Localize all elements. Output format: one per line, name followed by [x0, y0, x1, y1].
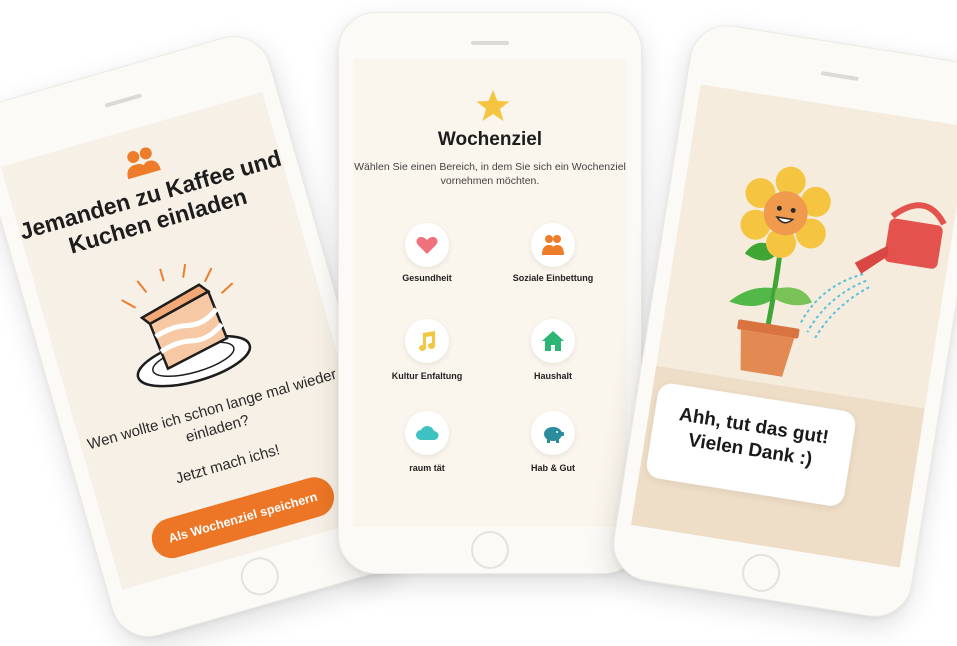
category-label: Gesundheit: [402, 273, 452, 283]
phone-speaker: [471, 41, 509, 45]
weekly-goal-screen: Wochenziel Wählen Sie einen Bereich, in …: [353, 59, 627, 527]
goal-detail-screen: Jemanden zu Kaffee und Kuchen einladen W…: [0, 91, 384, 590]
heart-icon: [405, 223, 449, 267]
people-icon: [531, 223, 575, 267]
house-icon: [531, 319, 575, 363]
phone-speaker: [820, 71, 859, 82]
category-label: raum tät: [409, 463, 445, 473]
category-label: Kultur Enfaltung: [391, 371, 463, 381]
people-icon: [127, 147, 161, 180]
cake-icon: [121, 263, 252, 388]
piggy-bank-icon: [531, 411, 575, 455]
phone-feedback-screen: Ahh, tut das gut! Vielen Dank :): [607, 19, 957, 623]
home-button[interactable]: [236, 552, 284, 600]
flower-watering-can-icon: [729, 166, 947, 377]
category-label: Soziale Einbettung: [512, 273, 594, 283]
feedback-screen: Ahh, tut das gut! Vielen Dank :): [631, 84, 957, 568]
page-description: Wählen Sie einen Bereich, in dem Sie sic…: [354, 161, 626, 187]
music-note-icon: [405, 319, 449, 363]
thank-you-message: Ahh, tut das gut! Vielen Dank :): [677, 404, 831, 471]
star-icon: [476, 90, 510, 121]
phone-category-screen: Wochenziel Wählen Sie einen Bereich, in …: [338, 12, 642, 574]
phone-speaker: [104, 93, 143, 108]
home-button[interactable]: [471, 531, 509, 569]
cloud-icon: [405, 411, 449, 455]
page-title: Wochenziel: [437, 129, 543, 150]
home-button[interactable]: [739, 551, 783, 595]
category-label: Haushalt: [533, 371, 572, 381]
category-label: Hab & Gut: [531, 463, 575, 473]
